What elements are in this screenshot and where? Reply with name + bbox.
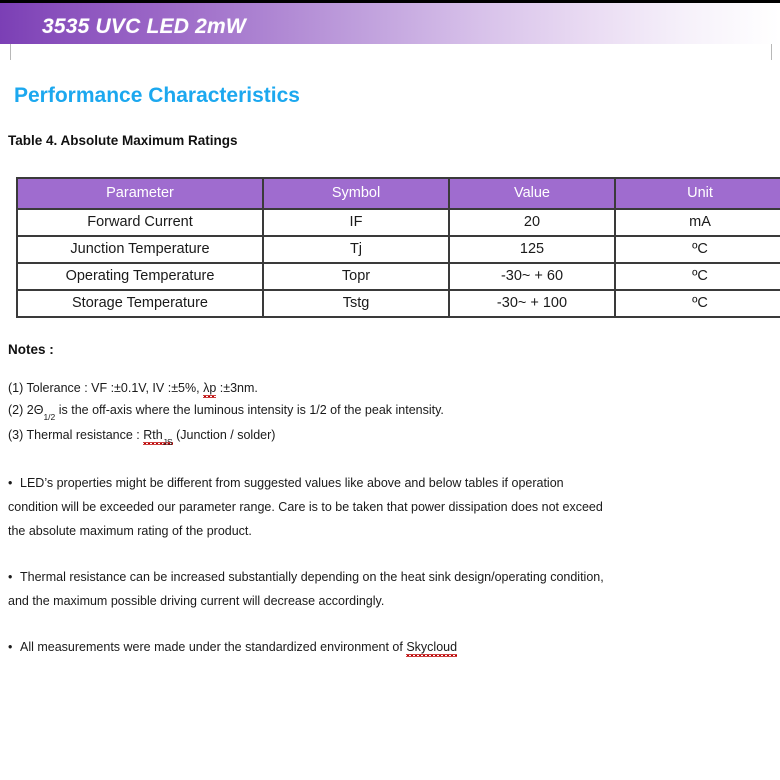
bullet-3-text: All measurements were made under the sta… xyxy=(20,640,407,654)
column-header-parameter: Parameter xyxy=(16,177,264,210)
note-2-subscript: 1/2 xyxy=(43,411,56,422)
bullet-paragraph-2: • Thermal resistance can be increased sub… xyxy=(8,565,608,613)
table-row: Operating Temperature Topr -30~ + 60 ºC xyxy=(16,262,780,291)
note-item-1: (1) Tolerance : VF :±0.1V, IV :±5%, λp :… xyxy=(8,381,258,395)
absolute-maximum-ratings-table: Parameter Symbol Value Unit Forward Curr… xyxy=(16,177,780,318)
column-header-unit: Unit xyxy=(614,177,780,210)
note-3-subscript: JS xyxy=(162,436,173,447)
cell-unit: mA xyxy=(614,208,780,237)
product-title: 3535 UVC LED 2mW xyxy=(42,15,246,38)
note-item-2: (2) 2Θ1/2 is the off-axis where the lumi… xyxy=(8,403,444,422)
note-2-suffix: is the off-axis where the luminous inten… xyxy=(55,403,444,417)
column-header-symbol: Symbol xyxy=(262,177,450,210)
cell-unit: ºC xyxy=(614,235,780,264)
bullet-marker-icon: • xyxy=(8,640,13,654)
cell-symbol: Tstg xyxy=(262,289,450,318)
cell-value: 20 xyxy=(448,208,616,237)
table-header: Parameter Symbol Value Unit xyxy=(16,177,780,210)
table-row: Forward Current IF 20 mA xyxy=(16,208,780,237)
cell-unit: ºC xyxy=(614,262,780,291)
page-title: Performance Characteristics xyxy=(14,84,300,107)
cell-value: -30~ + 60 xyxy=(448,262,616,291)
note-1-prefix: (1) Tolerance : VF :±0.1V, IV :±5%, xyxy=(8,381,204,395)
cell-parameter: Operating Temperature xyxy=(16,262,264,291)
table-row: Junction Temperature Tj 125 ºC xyxy=(16,235,780,264)
bullet-paragraph-1: • LED’s properties might be different fro… xyxy=(8,471,608,543)
bullet-1-text: LED’s properties might be different from… xyxy=(8,476,603,538)
cell-parameter: Storage Temperature xyxy=(16,289,264,318)
bullet-marker-icon: • xyxy=(8,570,13,584)
page-frame-left-rule xyxy=(10,44,11,60)
notes-heading: Notes : xyxy=(8,342,54,357)
note-item-3: (3) Thermal resistance : RthJS (Junction… xyxy=(8,428,276,447)
note-3-suffix: (Junction / solder) xyxy=(172,428,276,442)
note-3-misspelled-term: RthJS xyxy=(143,428,173,447)
bullet-marker-icon: • xyxy=(8,476,13,490)
cell-parameter: Forward Current xyxy=(16,208,264,237)
bullet-paragraph-3: • All measurements were made under the st… xyxy=(8,635,608,659)
note-1-misspelled-term: λp xyxy=(203,381,217,398)
document-header-banner: 3535 UVC LED 2mW xyxy=(0,3,780,44)
table-body: Forward Current IF 20 mA Junction Temper… xyxy=(16,208,780,318)
cell-unit: ºC xyxy=(614,289,780,318)
column-header-value: Value xyxy=(448,177,616,210)
cell-parameter: Junction Temperature xyxy=(16,235,264,264)
table-header-row: Parameter Symbol Value Unit xyxy=(16,177,780,210)
note-2-prefix: (2) 2Θ xyxy=(8,403,44,417)
cell-value: 125 xyxy=(448,235,616,264)
note-1-suffix: :±3nm. xyxy=(216,381,258,395)
table-row: Storage Temperature Tstg -30~ + 100 ºC xyxy=(16,289,780,318)
cell-symbol: Topr xyxy=(262,262,450,291)
cell-symbol: IF xyxy=(262,208,450,237)
table-caption: Table 4. Absolute Maximum Ratings xyxy=(8,133,238,148)
note-3-symbol: Rth xyxy=(143,428,163,442)
cell-symbol: Tj xyxy=(262,235,450,264)
bullet-3-misspelled-term: Skycloud xyxy=(406,640,458,657)
note-3-prefix: (3) Thermal resistance : xyxy=(8,428,144,442)
bullet-2-text: Thermal resistance can be increased subs… xyxy=(8,570,604,608)
cell-value: -30~ + 100 xyxy=(448,289,616,318)
page-frame-right-rule xyxy=(771,44,772,60)
